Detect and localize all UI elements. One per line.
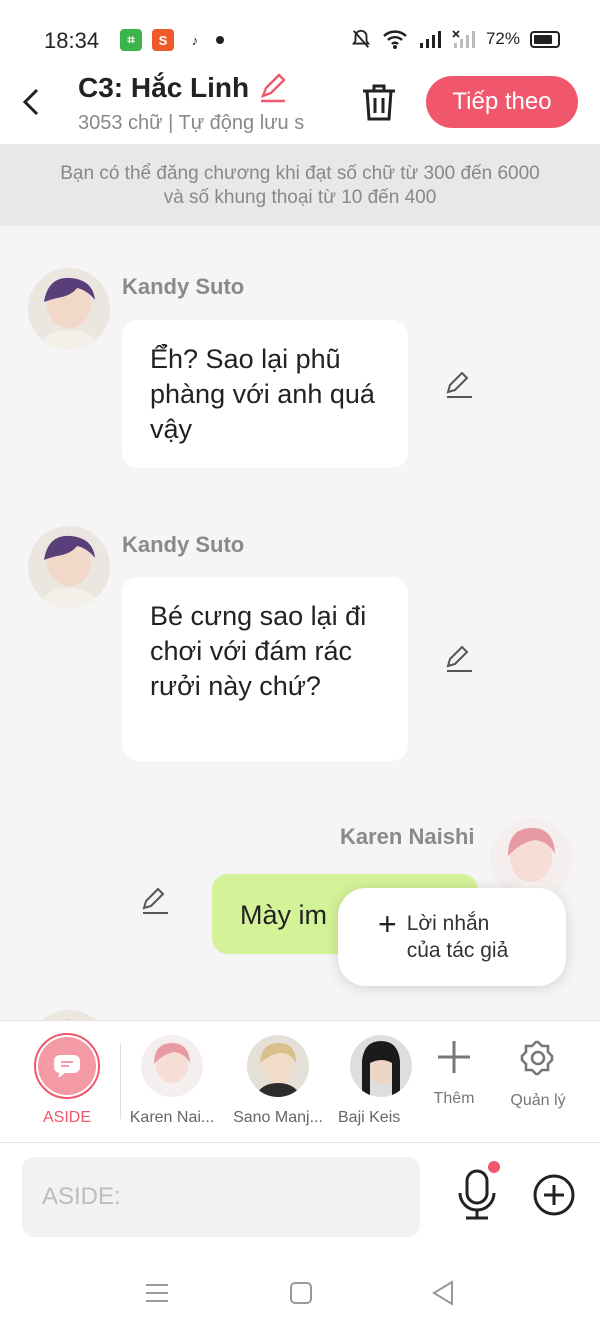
avatar-kandy-suto[interactable] [28,526,110,608]
microphone-icon[interactable] [454,1169,500,1221]
word-count-autosave: 3053 chữ | Tự động lưu s [78,112,305,134]
aside-button[interactable] [34,1033,100,1099]
character-sano-manjiro[interactable]: Sano Manj... [230,1035,326,1127]
author-note-label: Lời nhắn của tác giả [406,912,509,962]
chat-bubble-icon [54,1055,80,1078]
mute-bell-icon [351,29,371,48]
avatar-kandy-suto[interactable] [28,1010,110,1020]
plus-icon: + [378,906,397,942]
notification-icons: ⌗ S ♪ [120,29,224,51]
signal-icon [419,31,441,48]
back-button[interactable] [20,82,44,122]
editor-header: C3: Hắc Linh 3053 chữ | Tự động lưu s Ti… [0,64,600,144]
status-bar: 18:34 ⌗ S ♪ 72% [0,0,600,64]
next-button[interactable]: Tiếp theo [426,76,578,128]
message-input[interactable] [22,1157,420,1237]
menu-icon[interactable] [142,1278,172,1308]
status-time: 18:34 [44,28,100,53]
publish-requirement-notice: Bạn có thể đăng chương khi đạt số chữ từ… [0,144,600,226]
message-sender: Kandy Suto [122,274,245,299]
system-icons: 72% [350,28,560,50]
edit-message-icon[interactable] [444,370,474,400]
chapter-title-text: C3: Hắc Linh [78,72,250,103]
message-sender: Kandy Suto [122,532,245,557]
edit-message-icon[interactable] [444,644,474,674]
battery-icon [530,30,560,48]
add-circle-icon[interactable] [532,1173,576,1217]
character-karen-naishi[interactable]: Karen Nai... [124,1035,220,1127]
manage-characters-button[interactable]: Quản lý [498,1039,578,1110]
tiktok-icon: ♪ [184,29,206,51]
gear-icon [520,1040,554,1076]
plus-icon [438,1041,470,1073]
app-notification-icon: S [152,29,174,51]
edit-title-icon[interactable] [257,72,289,104]
app-notification-icon: ⌗ [120,29,142,51]
back-triangle-icon[interactable] [428,1278,458,1308]
divider [120,1043,121,1119]
add-character-button[interactable]: Thêm [414,1039,494,1108]
avatar [141,1035,203,1097]
more-notifications-dot [216,36,224,44]
aside-label: ASIDE [42,1109,91,1126]
character-selector: ASIDE Karen Nai... Sano Manj... Baji Kei… [0,1020,600,1142]
author-note-popup[interactable]: + Lời nhắn của tác giả [338,888,566,986]
message-bubble[interactable]: Ể̉h? Sao lại phũ phàng với anh quá vậy [122,320,408,468]
message-input-bar [0,1142,600,1252]
battery-percent: 72% [485,29,520,48]
avatar [350,1035,412,1097]
signal-2-icon [452,30,475,48]
chapter-title[interactable]: C3: Hắc Linh [78,72,289,104]
notification-dot [488,1161,500,1173]
trash-icon[interactable] [360,82,398,122]
character-baji-keisuke[interactable]: Baji Keis [334,1035,412,1127]
message-sender: Karen Naishi [340,824,475,849]
wifi-icon [383,30,407,49]
avatar [247,1035,309,1097]
message-bubble[interactable]: Bé cưng sao lại đi chơi với đám rác rưởi… [122,577,408,761]
avatar-kandy-suto[interactable] [28,268,110,350]
chevron-left-icon [22,88,39,116]
edit-message-icon[interactable] [140,886,170,916]
home-icon[interactable] [286,1278,316,1308]
system-navigation-bar [0,1252,600,1333]
